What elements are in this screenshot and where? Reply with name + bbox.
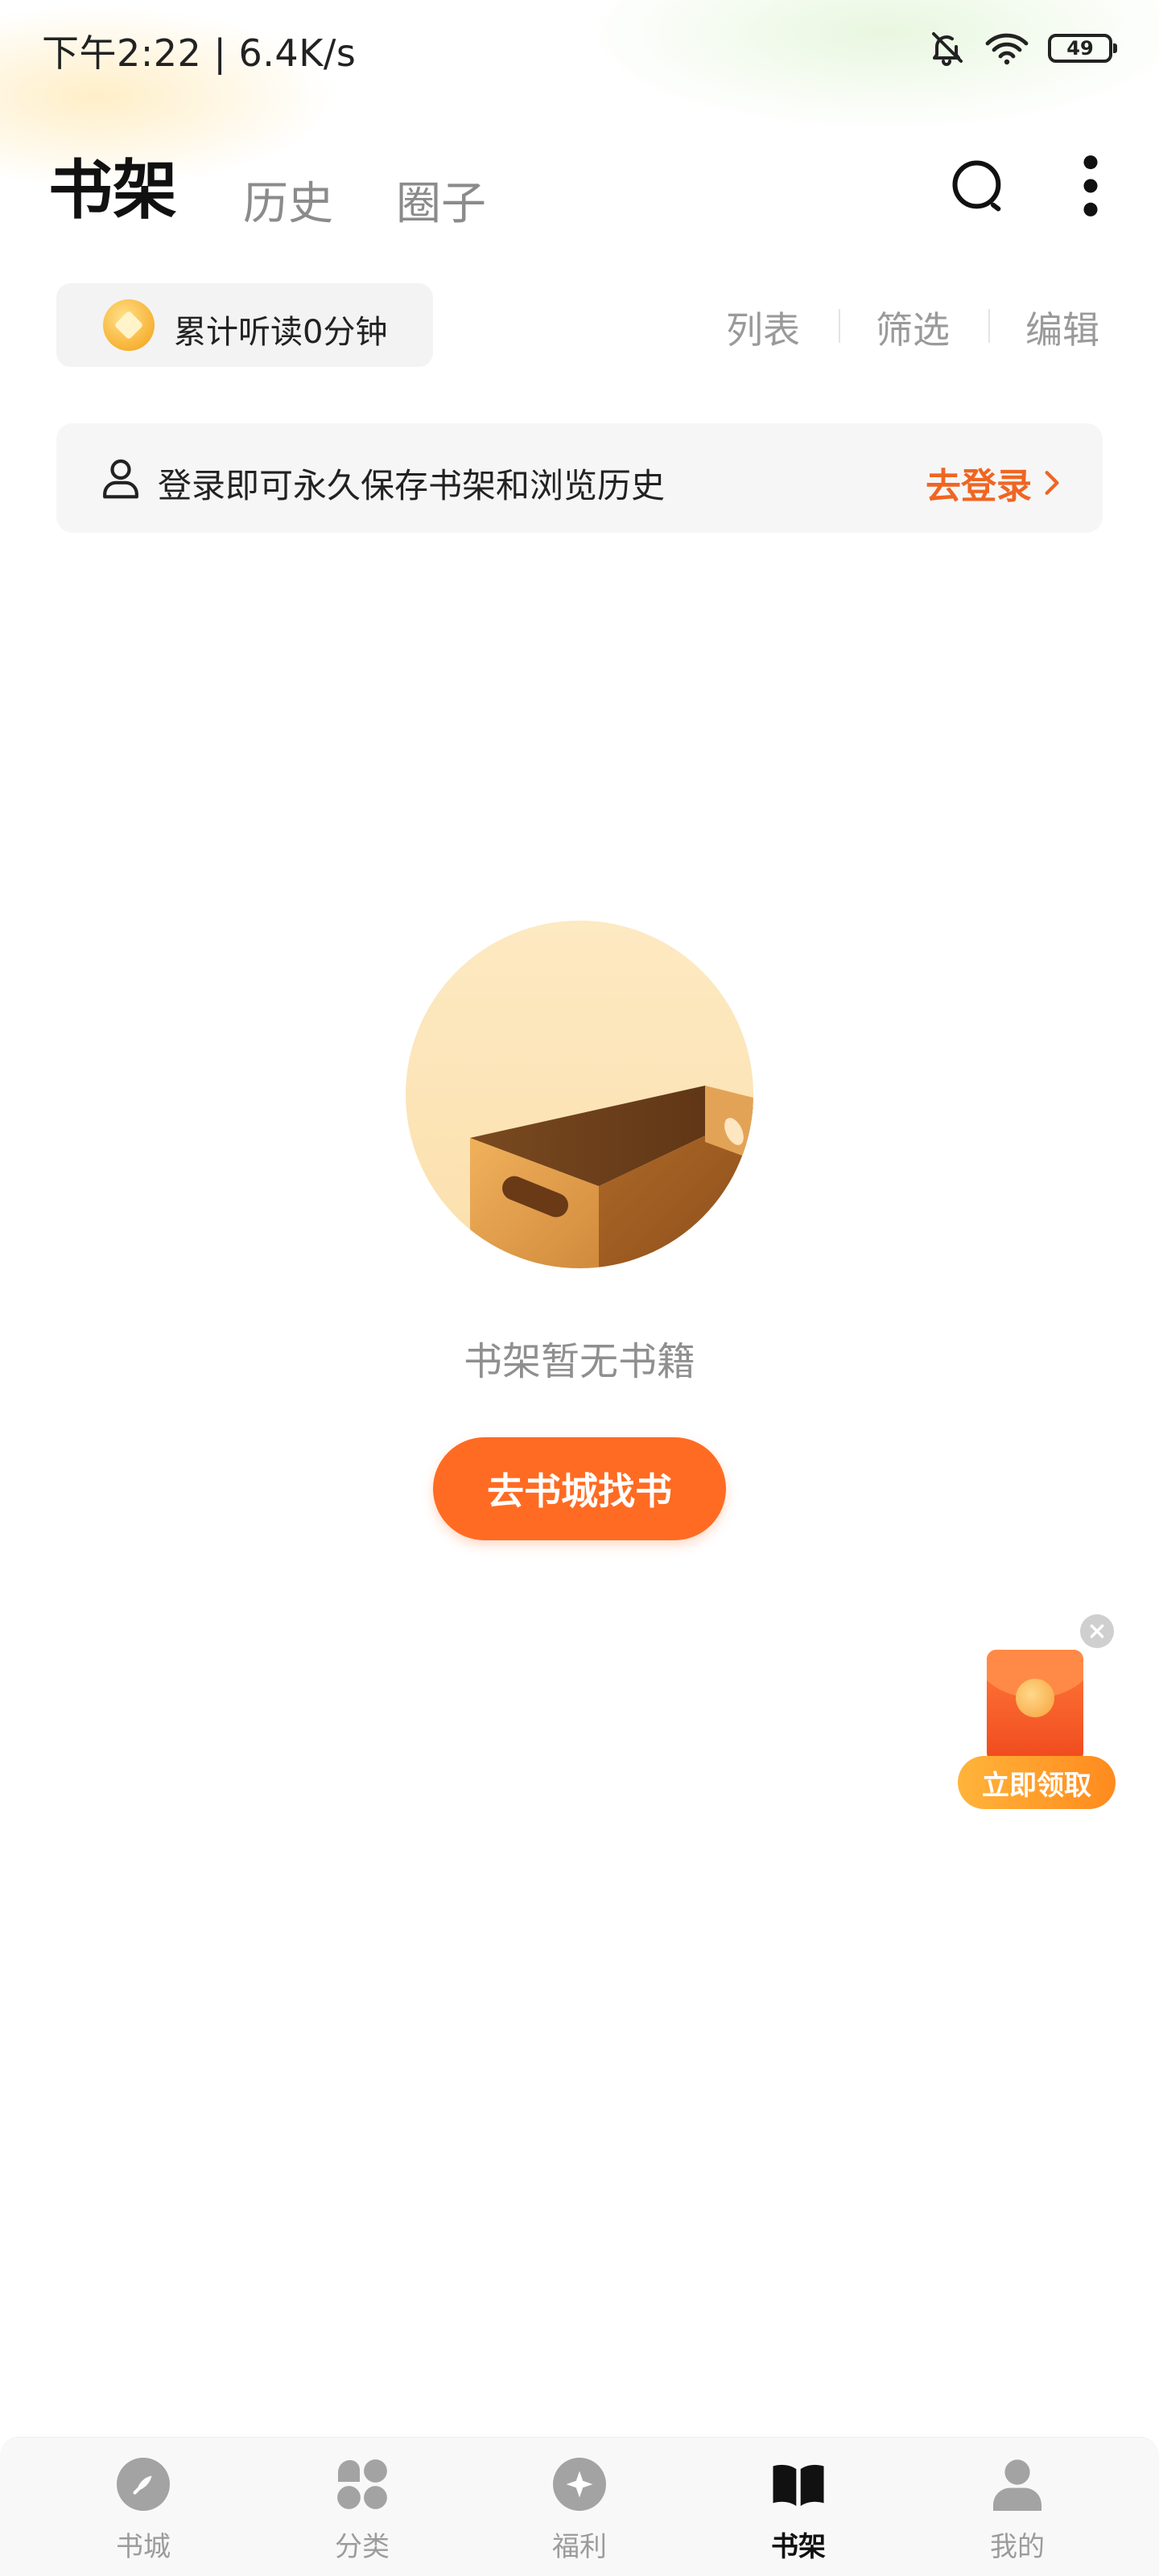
edit-button[interactable]: 编辑 (1025, 301, 1099, 354)
user-icon (103, 459, 138, 499)
nav-item-bookshelf[interactable]: 书架 (718, 2455, 879, 2568)
battery-level: 49 (1066, 37, 1094, 60)
more-vertical-icon (1083, 155, 1098, 216)
filter-button[interactable]: 筛选 (876, 301, 950, 354)
empty-box-illustration (406, 921, 753, 1268)
login-link[interactable]: 去登录 (926, 457, 1061, 509)
login-banner[interactable]: 登录即可永久保存书架和浏览历史 去登录 (56, 423, 1103, 533)
compass-icon (117, 2458, 170, 2511)
nav-item-welfare[interactable]: 福利 (499, 2455, 660, 2568)
close-button[interactable] (1080, 1614, 1114, 1648)
reading-time-chip[interactable]: 累计听读0分钟 (56, 283, 433, 367)
go-to-bookstore-button[interactable]: 去书城找书 (433, 1437, 726, 1540)
nav-label: 我的 (990, 2531, 1045, 2563)
status-icons: 49 (927, 26, 1117, 71)
close-icon (1090, 1624, 1104, 1638)
profile-icon (993, 2459, 1041, 2511)
login-link-label: 去登录 (926, 466, 1032, 507)
status-time: 下午2:22 | 6.4K/s (42, 31, 357, 75)
nav-label: 分类 (335, 2531, 390, 2563)
toolbar-divider (839, 309, 840, 343)
more-button[interactable] (1054, 150, 1127, 222)
nav-item-bookstore[interactable]: 书城 (63, 2455, 224, 2568)
tab-bookshelf[interactable]: 书架 (48, 138, 177, 232)
category-icon (337, 2459, 387, 2509)
status-bar: 下午2:22 | 6.4K/s 49 (0, 0, 1159, 97)
chevron-right-icon (1045, 471, 1059, 495)
tab-circle[interactable]: 圈子 (396, 167, 486, 233)
bell-off-icon (932, 32, 963, 66)
welfare-icon (553, 2458, 606, 2511)
nav-label: 书城 (116, 2531, 171, 2563)
claim-now-button[interactable]: 立即领取 (958, 1756, 1116, 1809)
bottom-nav: 书城 分类 福利 书架 我的 (0, 2437, 1159, 2576)
list-view-button[interactable]: 列表 (726, 301, 800, 354)
search-button[interactable] (942, 150, 1014, 222)
reading-time-text: 累计听读0分钟 (174, 314, 388, 351)
bookshelf-icon (773, 2464, 824, 2506)
battery-icon: 49 (1048, 34, 1117, 63)
empty-message: 书架暂无书籍 (463, 1339, 695, 1384)
wifi-icon (985, 33, 1029, 65)
nav-item-category[interactable]: 分类 (282, 2455, 443, 2568)
nav-label: 书架 (771, 2531, 826, 2563)
search-icon (952, 160, 1001, 212)
red-packet-widget[interactable]: 立即领取 (955, 1609, 1124, 1819)
red-packet-icon (987, 1650, 1083, 1762)
coin-icon (103, 299, 155, 351)
toolbar-divider (988, 309, 990, 343)
login-prompt-text: 登录即可永久保存书架和浏览历史 (158, 466, 666, 505)
nav-label: 福利 (552, 2531, 607, 2563)
tab-history[interactable]: 历史 (243, 167, 333, 233)
nav-item-profile[interactable]: 我的 (937, 2455, 1098, 2568)
